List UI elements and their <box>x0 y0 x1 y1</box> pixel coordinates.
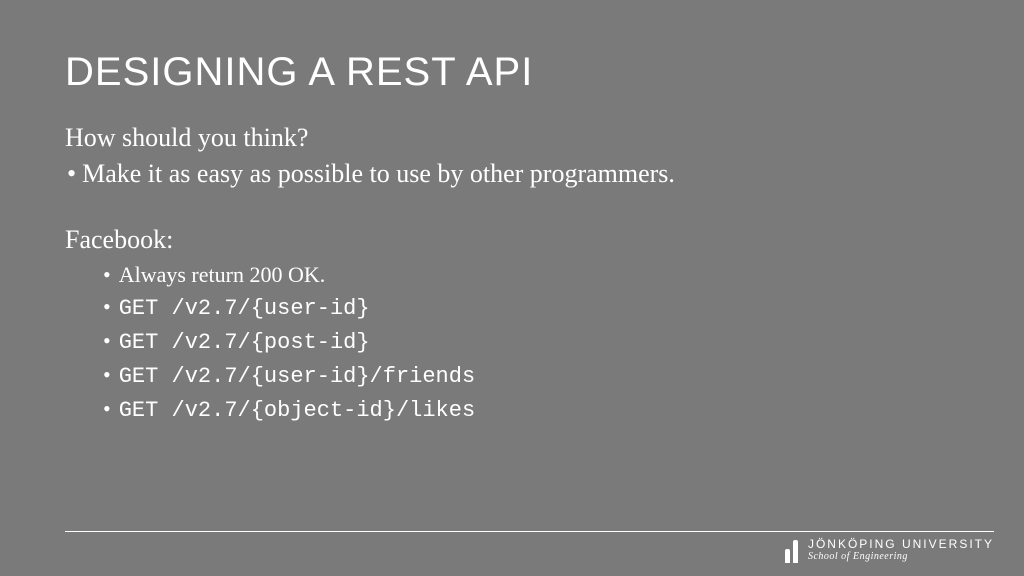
sub-bullet-text: GET /v2.7/{object-id}/likes <box>119 398 475 423</box>
slide-subtitle: How should you think? <box>65 123 959 153</box>
slide-content: DESIGNING A REST API How should you thin… <box>0 0 1024 426</box>
sub-bullet-text: GET /v2.7/{user-id}/friends <box>119 364 475 389</box>
sub-bullet-list: • Always return 200 OK. • GET /v2.7/{user-… <box>103 259 959 426</box>
brand-school: School of Engineering <box>808 551 994 562</box>
sub-bullet-text: GET /v2.7/{post-id} <box>119 330 370 355</box>
bullet-dot-icon: • <box>103 393 111 425</box>
bullet-dot-icon: • <box>103 259 111 291</box>
bullet-dot-icon: • <box>103 325 111 357</box>
footer-brand: JÖNKÖPING UNIVERSITY School of Engineeri… <box>785 537 994 563</box>
logo-bar <box>785 549 790 563</box>
sub-bullet-text: Always return 200 OK. <box>119 262 326 287</box>
logo-bar <box>793 540 798 563</box>
brand-name: JÖNKÖPING UNIVERSITY <box>808 538 994 551</box>
list-item: • Always return 200 OK. <box>103 259 959 291</box>
main-bullet-text: Make it as easy as possible to use by ot… <box>82 159 675 188</box>
bullet-dot-icon: • <box>103 291 111 323</box>
bullet-dot-icon: • <box>67 159 76 189</box>
slide-footer: JÖNKÖPING UNIVERSITY School of Engineeri… <box>65 531 994 542</box>
sub-bullet-text: GET /v2.7/{user-id} <box>119 296 370 321</box>
slide-title: DESIGNING A REST API <box>65 50 959 95</box>
list-item: • GET /v2.7/{object-id}/likes <box>103 393 959 427</box>
brand-text: JÖNKÖPING UNIVERSITY School of Engineeri… <box>808 538 994 562</box>
section-label: Facebook: <box>65 225 959 255</box>
main-bullet: •Make it as easy as possible to use by o… <box>67 159 959 189</box>
list-item: • GET /v2.7/{user-id}/friends <box>103 359 959 393</box>
list-item: • GET /v2.7/{post-id} <box>103 325 959 359</box>
list-item: • GET /v2.7/{user-id} <box>103 291 959 325</box>
footer-divider <box>65 531 994 532</box>
university-logo-icon <box>785 537 798 563</box>
bullet-dot-icon: • <box>103 359 111 391</box>
